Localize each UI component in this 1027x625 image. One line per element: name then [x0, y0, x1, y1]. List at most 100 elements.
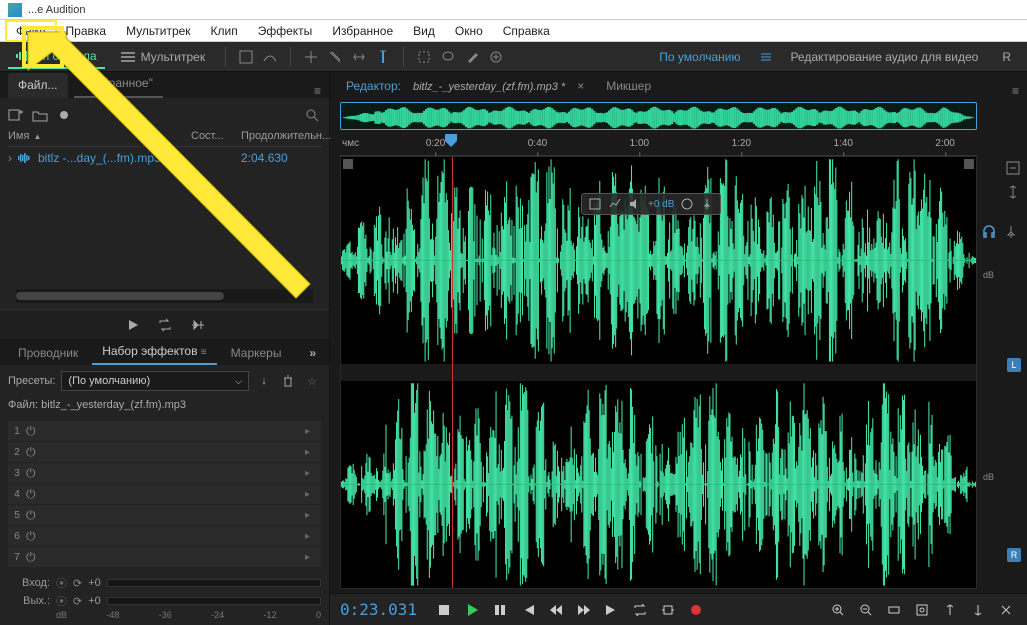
headphones-icon[interactable]: [981, 224, 997, 240]
new-file-icon[interactable]: [8, 108, 24, 122]
loop-mini-icon[interactable]: [158, 318, 172, 332]
workspace-video[interactable]: Редактирование аудио для видео: [782, 50, 986, 64]
channel-left-badge[interactable]: L: [1007, 358, 1021, 372]
pause-button[interactable]: [489, 599, 511, 621]
fx-slot[interactable]: 7⏻▸: [8, 547, 321, 567]
tab-explorer[interactable]: Проводник: [8, 341, 88, 365]
hud-gain-value[interactable]: +0 dB: [648, 199, 674, 210]
forward-button[interactable]: [573, 599, 595, 621]
vertical-zoom-icon[interactable]: [1005, 184, 1021, 200]
overview-waveform[interactable]: [340, 102, 977, 130]
fx-slot[interactable]: 6⏻▸: [8, 526, 321, 546]
hud-pin-icon[interactable]: [700, 197, 714, 211]
menu-file[interactable]: Файл: [6, 21, 56, 41]
timeline[interactable]: чмс 0:200:401:001:201:402:00: [340, 134, 977, 156]
preset-star-icon[interactable]: ☆: [303, 372, 321, 390]
menu-window[interactable]: Окно: [445, 21, 493, 41]
tool-brush-icon[interactable]: [464, 49, 480, 65]
hud-toolbar[interactable]: +0 dB: [581, 193, 721, 215]
tool-move-icon[interactable]: [303, 49, 319, 65]
zoom-out-icon[interactable]: [855, 599, 877, 621]
close-tab-icon[interactable]: ×: [569, 74, 592, 98]
time-tick: 2:00: [935, 138, 954, 149]
zoom-full-icon[interactable]: [883, 599, 905, 621]
waveform-display[interactable]: +0 dB: [340, 156, 977, 589]
search-icon[interactable]: [305, 108, 321, 122]
menu-multitrack[interactable]: Мультитрек: [116, 21, 200, 41]
tab-markers[interactable]: Маркеры: [221, 341, 292, 365]
channel-right-badge[interactable]: R: [1007, 548, 1021, 562]
input-gain-value: +0: [88, 577, 101, 589]
tab-fx-rack[interactable]: Набор эффектов ≡: [92, 339, 216, 365]
col-state-header[interactable]: Сост...: [191, 130, 241, 142]
zoom-reset-icon[interactable]: [995, 599, 1017, 621]
hud-pan-icon[interactable]: [588, 197, 602, 211]
preset-delete-icon[interactable]: [279, 372, 297, 390]
skip-fwd-button[interactable]: [601, 599, 623, 621]
zoom-in-icon[interactable]: [827, 599, 849, 621]
col-duration-header[interactable]: Продолжительн...: [241, 130, 321, 142]
hud-fx-icon[interactable]: [680, 197, 694, 211]
preset-save-icon[interactable]: ↓: [255, 372, 273, 390]
editor-tabs: Редактор: bitlz_-_yesterday_(zf.fm).mp3 …: [330, 72, 1027, 98]
fx-slot[interactable]: 2⏻▸: [8, 442, 321, 462]
zoom-fit-icon[interactable]: [1005, 160, 1021, 176]
play-mini-icon[interactable]: [126, 318, 140, 332]
tab-files[interactable]: Файл...: [8, 73, 68, 98]
zoom-out-v-icon[interactable]: [967, 599, 989, 621]
workspace-menu-icon[interactable]: [758, 49, 774, 65]
tool-razor-icon[interactable]: [327, 49, 343, 65]
menu-view[interactable]: Вид: [403, 21, 445, 41]
record-file-icon[interactable]: [56, 108, 72, 122]
zoom-in-v-icon[interactable]: [939, 599, 961, 621]
tool-slip-icon[interactable]: [351, 49, 367, 65]
tool-spectral-icon[interactable]: [238, 49, 254, 65]
more-tabs-icon[interactable]: »: [304, 341, 321, 365]
playhead-marker[interactable]: [443, 134, 459, 148]
workspace-r[interactable]: R: [994, 50, 1019, 64]
mode-waveform[interactable]: ип сигнала: [8, 45, 105, 69]
fx-slot[interactable]: 3⏻▸: [8, 463, 321, 483]
hud-vol-icon[interactable]: [628, 197, 642, 211]
skip-selection-button[interactable]: [657, 599, 679, 621]
output-gain-knob[interactable]: ⟳: [73, 595, 82, 608]
tab-favorites[interactable]: "Избранное": [74, 71, 163, 98]
zoom-sel-icon[interactable]: [911, 599, 933, 621]
skip-back-button[interactable]: [517, 599, 539, 621]
tool-freq-icon[interactable]: [262, 49, 278, 65]
panel-menu-icon[interactable]: ≡: [314, 84, 321, 98]
timecode-display[interactable]: 0:23.031: [340, 600, 417, 619]
tool-heal-icon[interactable]: [488, 49, 504, 65]
hud-meter-icon[interactable]: [608, 197, 622, 211]
rewind-button[interactable]: [545, 599, 567, 621]
fx-slot[interactable]: 4⏻▸: [8, 484, 321, 504]
play-button[interactable]: [461, 599, 483, 621]
autoplay-mini-icon[interactable]: [190, 318, 204, 332]
menu-clip[interactable]: Клип: [201, 21, 248, 41]
workspace-default[interactable]: По умолчанию: [649, 50, 750, 64]
tab-mixer[interactable]: Микшер: [592, 74, 665, 98]
tool-time-icon[interactable]: [375, 49, 391, 65]
file-row[interactable]: › bitlz -...day_(...fm).mp3 * 2:04.630: [8, 147, 321, 169]
input-gain-knob[interactable]: ⟳: [73, 577, 82, 590]
toggle-icon[interactable]: ›: [8, 151, 12, 165]
preset-select[interactable]: (По умолчанию) ⌵: [61, 371, 249, 391]
loop-button[interactable]: [629, 599, 651, 621]
tool-lasso-icon[interactable]: [440, 49, 456, 65]
menu-favorites[interactable]: Избранное: [322, 21, 403, 41]
record-button[interactable]: [685, 599, 707, 621]
pin-icon[interactable]: [1003, 224, 1019, 240]
menu-edit[interactable]: Правка: [56, 21, 117, 41]
menu-help[interactable]: Справка: [493, 21, 560, 41]
scrollbar-h[interactable]: [16, 289, 313, 303]
editor-panel-menu-icon[interactable]: ≡: [1012, 84, 1019, 98]
tool-marquee-icon[interactable]: [416, 49, 432, 65]
mode-multitrack[interactable]: Мультитрек: [113, 46, 213, 68]
input-meter-icon: ⦿: [56, 575, 67, 591]
fx-slot[interactable]: 1⏻▸: [8, 421, 321, 441]
open-file-icon[interactable]: [32, 108, 48, 122]
stop-button[interactable]: [433, 599, 455, 621]
fx-slot[interactable]: 5⏻▸: [8, 505, 321, 525]
menu-effects[interactable]: Эффекты: [248, 21, 323, 41]
col-name-header[interactable]: Имя ▲: [8, 130, 191, 142]
